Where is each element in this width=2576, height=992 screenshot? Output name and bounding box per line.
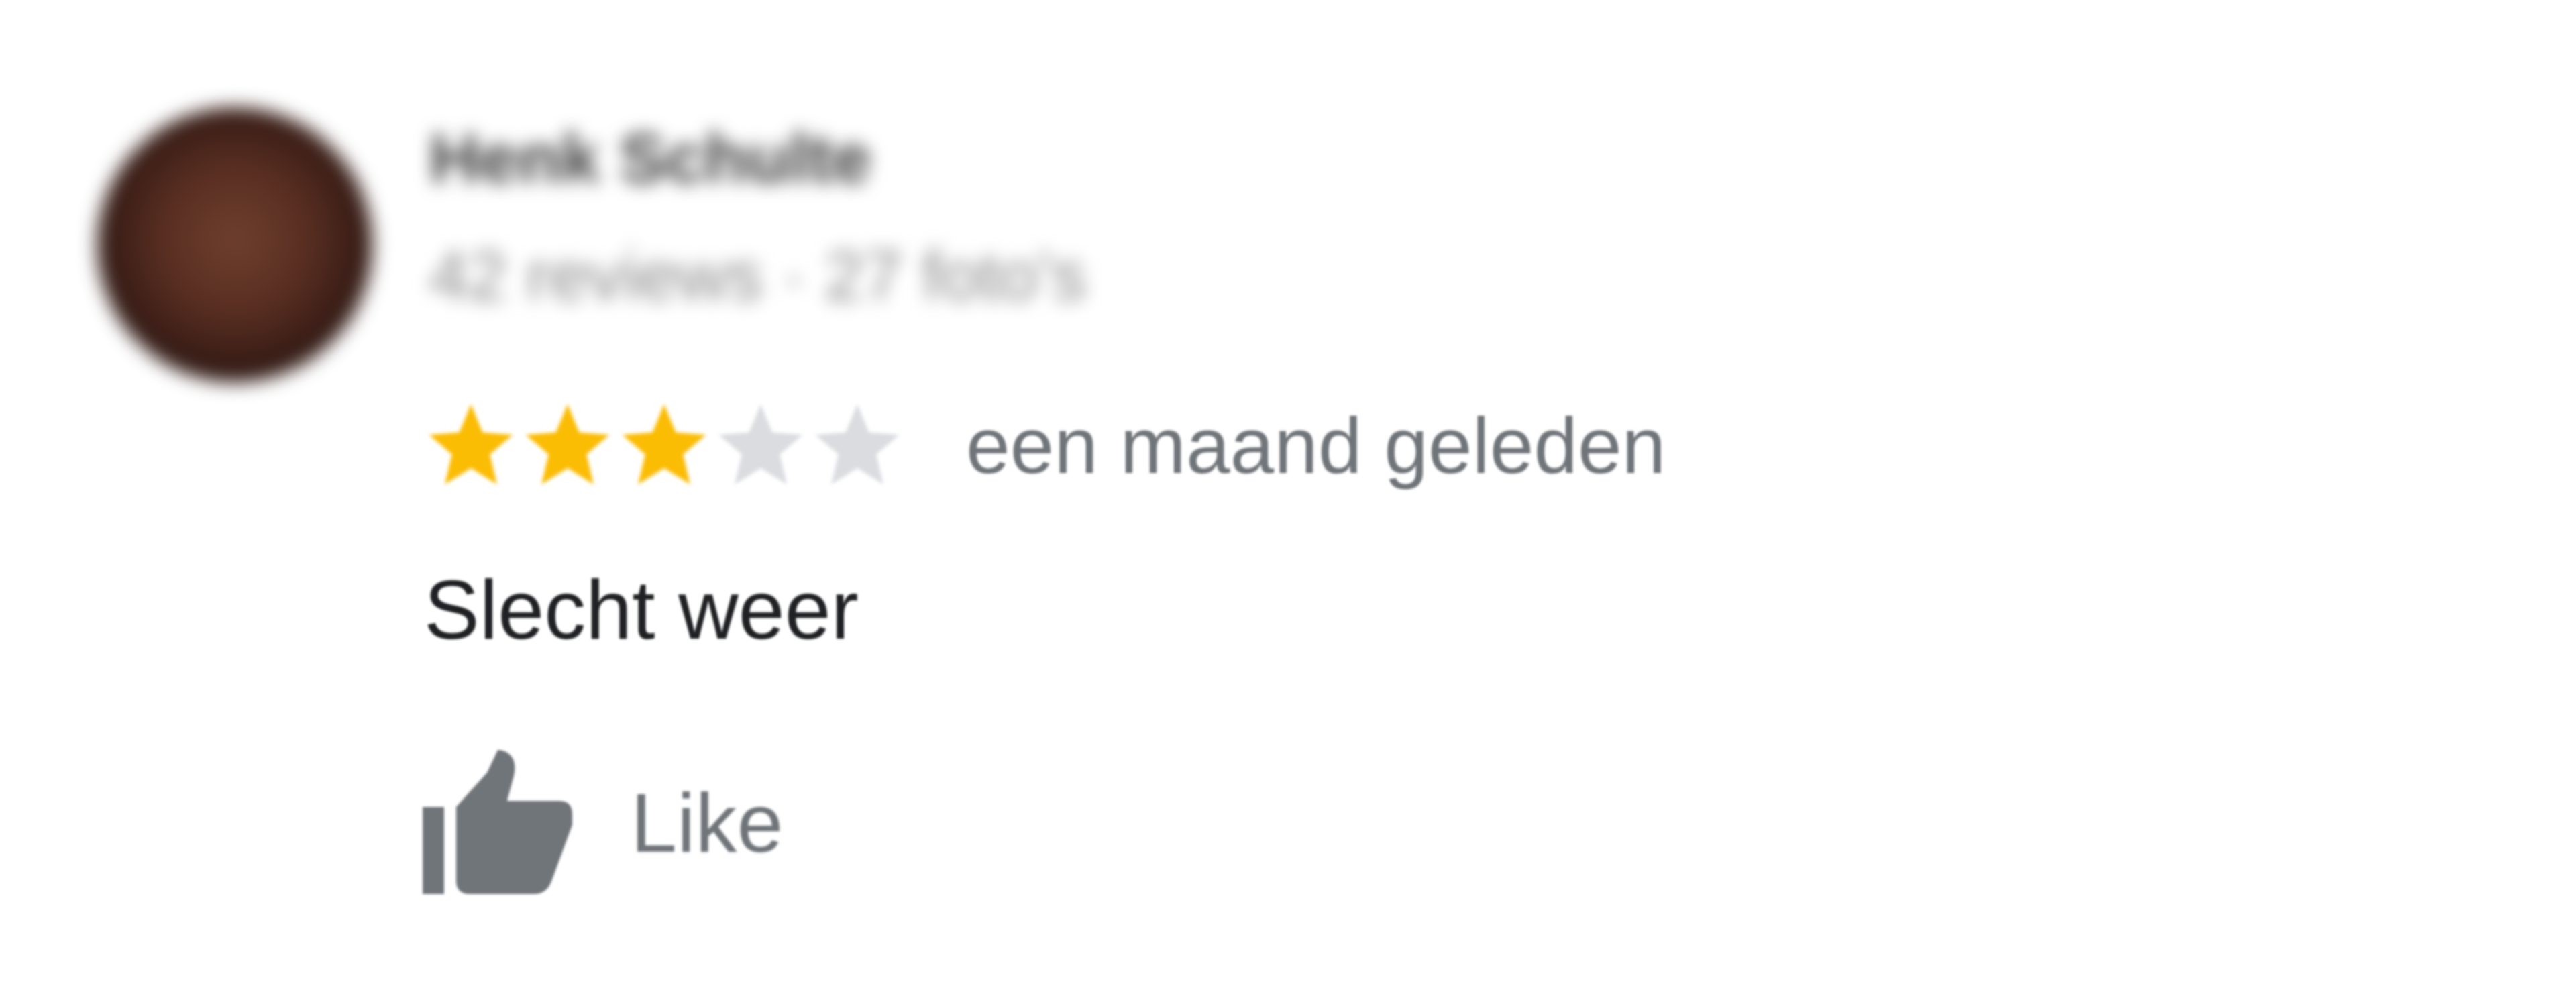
author-meta: 42 reviews · 27 foto's bbox=[429, 237, 1087, 315]
avatar[interactable] bbox=[97, 107, 372, 382]
like-button[interactable]: Like bbox=[423, 750, 783, 897]
star-filled-icon bbox=[622, 404, 706, 484]
thumbs-up-icon bbox=[423, 750, 572, 894]
star-empty-icon bbox=[815, 404, 900, 484]
review-text: Slecht weer bbox=[424, 564, 859, 657]
star-filled-icon bbox=[525, 404, 610, 484]
review-timestamp: een maand geleden bbox=[966, 402, 1666, 490]
review-card: Henk Schulte 42 reviews · 27 foto's een … bbox=[0, 0, 2576, 992]
author-name[interactable]: Henk Schulte bbox=[429, 124, 871, 194]
star-empty-icon bbox=[718, 404, 803, 484]
like-label: Like bbox=[631, 777, 784, 870]
star-filled-icon bbox=[429, 404, 513, 484]
rating-row: een maand geleden bbox=[423, 396, 1666, 496]
star-rating bbox=[423, 398, 906, 494]
